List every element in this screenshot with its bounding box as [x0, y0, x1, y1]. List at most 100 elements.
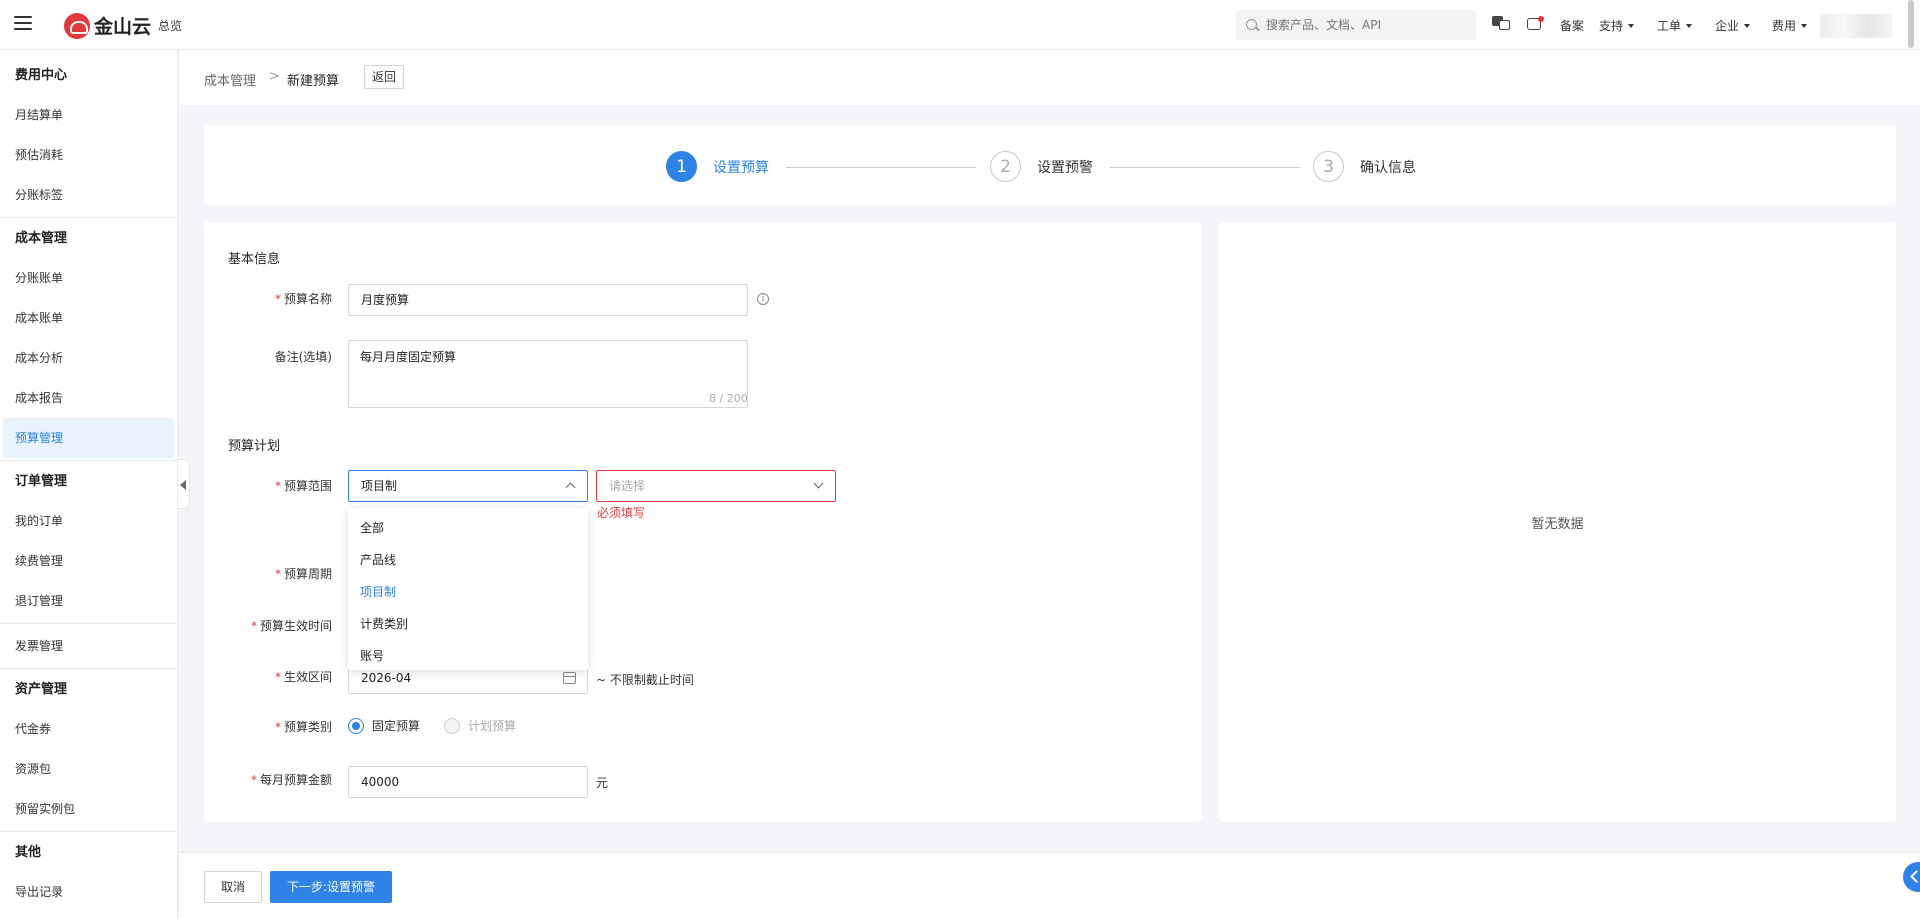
info-icon[interactable]: i: [757, 293, 769, 305]
scope-label: * 预算范围: [274, 479, 332, 493]
sidebar-item-estimated-usage[interactable]: 预估消耗: [3, 135, 174, 175]
range-date-value: 2026-04: [361, 671, 412, 685]
top-bar: 金山云 总览 备案 支持 工单 企业 费用: [0, 0, 1920, 50]
sidebar-item-split-bill[interactable]: 分账账单: [3, 258, 174, 298]
overview-link[interactable]: 总览: [158, 17, 182, 34]
divider: [0, 460, 177, 461]
logo[interactable]: 金山云: [64, 12, 151, 39]
step-2: 2 设置预警: [990, 151, 1093, 182]
option-product-line[interactable]: 产品线: [348, 544, 588, 576]
amount-input[interactable]: 40000: [348, 766, 588, 798]
step-number: 3: [1313, 151, 1344, 182]
sidebar: 费用中心 月结算单 预估消耗 分账标签 成本管理 分账账单 成本账单 成本分析 …: [0, 50, 178, 919]
remark-label: 备注(选填): [274, 350, 332, 364]
chevron-up-icon: [565, 482, 576, 493]
sidebar-group-billing: 费用中心: [15, 68, 68, 83]
budget-name-input[interactable]: 月度预算: [348, 284, 748, 316]
page-title: 新建预算: [287, 74, 340, 89]
empty-state-text: 暂无数据: [1531, 517, 1584, 532]
chevron-down-icon: [1744, 24, 1751, 28]
radio-fixed-budget[interactable]: 固定预算: [348, 717, 420, 734]
radio-checked-icon: [348, 717, 364, 734]
chevron-down-icon: [813, 478, 824, 489]
sidebar-item-voucher[interactable]: 代金券: [3, 709, 174, 749]
option-project[interactable]: 项目制: [348, 576, 588, 608]
period-label: * 预算周期: [274, 567, 332, 581]
user-avatar[interactable]: [1820, 14, 1892, 38]
scope-select-value: 项目制: [361, 479, 398, 493]
sidebar-collapse-button[interactable]: [178, 459, 190, 509]
step-label: 设置预警: [1037, 159, 1093, 176]
radio-fixed-label: 固定预算: [372, 719, 421, 733]
radio-plan-label: 计划预算: [468, 719, 517, 733]
billing-label: 费用: [1772, 19, 1797, 33]
sidebar-item-reserved-instance[interactable]: 预留实例包: [3, 789, 174, 829]
chevron-down-icon: [1801, 24, 1808, 28]
search-box[interactable]: [1236, 10, 1476, 40]
sidebar-item-monthly-bill[interactable]: 月结算单: [3, 95, 174, 135]
sidebar-item-cost-report[interactable]: 成本报告: [3, 378, 174, 418]
budget-name-label-text: 预算名称: [283, 292, 332, 306]
logo-text: 金山云: [94, 16, 152, 38]
scope-detail-select[interactable]: 请选择: [596, 470, 836, 502]
back-button[interactable]: 返回: [364, 65, 405, 89]
sidebar-item-cost-bill[interactable]: 成本账单: [3, 298, 174, 338]
sidebar-item-unsubscribe[interactable]: 退订管理: [3, 581, 174, 621]
search-input[interactable]: [1266, 16, 1466, 34]
breadcrumb-parent[interactable]: 成本管理: [204, 70, 256, 89]
radio-unchecked-icon: [444, 717, 460, 734]
cloud-logo-icon: [64, 12, 90, 39]
option-all[interactable]: 全部: [348, 512, 588, 544]
breadcrumb-separator: >: [269, 69, 280, 84]
ticket-menu[interactable]: 工单: [1657, 17, 1693, 34]
sidebar-item-split-tag[interactable]: 分账标签: [3, 175, 174, 215]
scope-label-text: 预算范围: [283, 479, 332, 493]
enterprise-menu[interactable]: 企业: [1715, 17, 1751, 34]
divider: [0, 831, 177, 832]
sidebar-item-invoice[interactable]: 发票管理: [3, 626, 174, 666]
sidebar-item-my-orders[interactable]: 我的订单: [3, 501, 174, 541]
next-step-button[interactable]: 下一步:设置预警: [270, 871, 393, 903]
radio-plan-budget[interactable]: 计划预算: [444, 717, 516, 734]
step-3: 3 确认信息: [1313, 151, 1416, 182]
scope-select[interactable]: 项目制: [348, 470, 588, 502]
step-label: 设置预算: [713, 159, 769, 176]
breadcrumb: 成本管理 > 新建预算 返回: [179, 50, 1920, 106]
footer-bar: 取消 下一步:设置预警: [179, 853, 1920, 919]
period-label-text: 预算周期: [283, 567, 332, 581]
divider: [0, 623, 177, 624]
page-scrollbar[interactable]: [1908, 0, 1914, 48]
cancel-button[interactable]: 取消: [204, 871, 263, 903]
amount-unit: 元: [596, 776, 609, 790]
range-label: * 生效区间: [274, 670, 332, 684]
sidebar-item-resource-pack[interactable]: 资源包: [3, 749, 174, 789]
budget-name-label: * 预算名称: [274, 292, 332, 306]
sidebar-item-export[interactable]: 导出记录: [3, 872, 174, 912]
remark-textarea[interactable]: 每月月度固定预算: [348, 340, 748, 408]
billing-menu[interactable]: 费用: [1772, 17, 1808, 34]
option-billing-category[interactable]: 计费类别: [348, 608, 588, 640]
menu-icon[interactable]: [14, 16, 32, 30]
sidebar-item-renewal[interactable]: 续费管理: [3, 541, 174, 581]
sidebar-group-orders: 订单管理: [15, 474, 68, 489]
sidebar-item-cost-analysis[interactable]: 成本分析: [3, 338, 174, 378]
option-account[interactable]: 账号: [348, 640, 588, 672]
scope-detail-placeholder: 请选择: [609, 479, 646, 493]
type-label: * 预算类别: [274, 720, 332, 734]
steps-card: 1 设置预算 2 设置预警 3 确认信息: [204, 125, 1896, 205]
support-menu[interactable]: 支持: [1599, 17, 1635, 34]
beian-link[interactable]: 备案: [1560, 17, 1584, 34]
preview-panel: 暂无数据: [1219, 222, 1896, 822]
sidebar-group-cost: 成本管理: [15, 231, 68, 246]
section-title-basic: 基本信息: [228, 252, 281, 267]
range-label-text: 生效区间: [283, 670, 332, 684]
support-label: 支持: [1599, 19, 1624, 33]
effective-time-label-text: 预算生效时间: [259, 619, 332, 633]
range-suffix: ~ 不限制截止时间: [596, 673, 694, 687]
chevron-down-icon: [1628, 24, 1635, 28]
ticket-label: 工单: [1657, 19, 1682, 33]
language-icon[interactable]: [1492, 16, 1510, 31]
message-icon[interactable]: [1526, 16, 1544, 31]
sidebar-item-budget[interactable]: 预算管理: [3, 418, 174, 458]
sidebar-group-other: 其他: [15, 845, 42, 860]
